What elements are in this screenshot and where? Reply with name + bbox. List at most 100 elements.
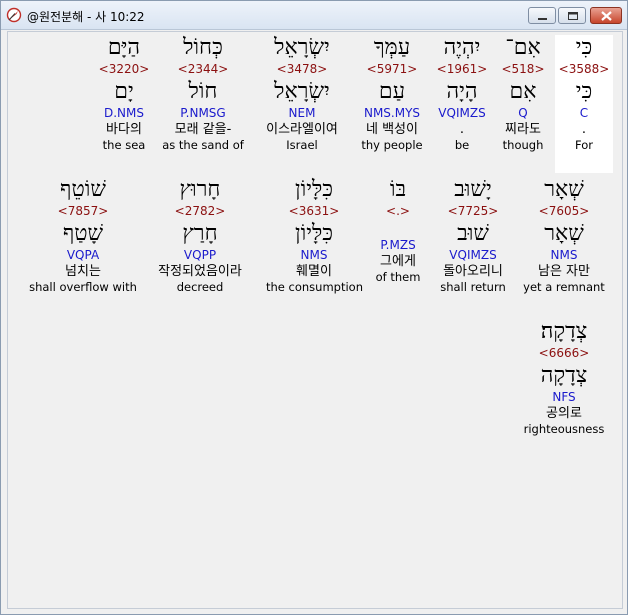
- word-block[interactable]: כִּלָּיוֹן <3631> כִּלָּיוֹן NMS 훼멸이 the…: [266, 177, 363, 295]
- english-gloss: though: [502, 138, 544, 152]
- korean-gloss: 남은 자만: [538, 264, 590, 279]
- word-block[interactable]: כִּי <3588> כִּי C . For: [555, 35, 613, 173]
- hebrew-word: הַיָּם: [107, 35, 141, 60]
- word-block[interactable]: חָרוּץ <2782> חָרַץ VQPP 작정되었음이라 decreed: [146, 177, 254, 295]
- korean-gloss: .: [459, 122, 465, 137]
- close-icon: [601, 11, 612, 21]
- english-gloss: decreed: [176, 280, 224, 294]
- hebrew-word: צְדָקָה׃: [540, 319, 588, 344]
- morph-code: NMS.MYS: [363, 106, 421, 120]
- korean-gloss: .: [581, 122, 587, 137]
- morph-code: VQIMZS: [438, 106, 486, 120]
- english-gloss: righteousness: [523, 422, 605, 436]
- strong-number[interactable]: <5971>: [353, 61, 431, 77]
- strong-number[interactable]: <.>: [366, 203, 430, 219]
- morph-code: NEM: [288, 106, 316, 120]
- strong-number[interactable]: <3588>: [555, 61, 613, 77]
- strong-number[interactable]: <3220>: [94, 61, 154, 77]
- word-block[interactable]: שְׁאָר <7605> שְׁאָר NMS 남은 자만 yet a rem…: [516, 177, 612, 295]
- english-gloss: Israel: [286, 138, 318, 152]
- korean-gloss: 돌아오리니: [443, 264, 503, 279]
- korean-gloss: 모래 같을-: [174, 122, 232, 137]
- hebrew-word: חָרוּץ: [179, 177, 221, 202]
- morph-code: NMS: [300, 248, 328, 262]
- morph-code: Q: [518, 106, 528, 120]
- lemma: חוֹל: [188, 79, 218, 104]
- english-gloss: shall overflow with: [29, 280, 137, 294]
- hebrew-word: יָשׁוּב: [454, 177, 492, 202]
- hebrew-word: כִּלָּיוֹן: [294, 177, 334, 202]
- word-block[interactable]: יָשׁוּב <7725> שׁוּב VQIMZS 돌아오리니 shall …: [428, 177, 518, 295]
- maximize-button[interactable]: [558, 7, 586, 24]
- word-block[interactable]: עַמְּךָ <5971> עַם NMS.MYS 네 백성이 thy peo…: [353, 35, 431, 153]
- morph-code: P.NMSG: [180, 106, 226, 120]
- word-block[interactable]: צְדָקָה׃ <6666> צְדָקָה NFS 공의로 righteou…: [516, 319, 612, 437]
- window-title: @원전분해 - 사 10:22: [27, 10, 145, 24]
- hebrew-word: שׁוֹטֵף: [60, 177, 106, 202]
- hebrew-word: כְּחוֹל: [183, 35, 223, 60]
- hebrew-word: כִּי: [575, 35, 593, 60]
- morph-code: VQPA: [66, 248, 100, 262]
- hebrew-word: יִשְׂרָאֵל: [274, 35, 330, 60]
- morph-code: VQPP: [183, 248, 217, 262]
- lemma: יִשְׂרָאֵל: [274, 79, 330, 104]
- hebrew-word: אִם־: [505, 35, 541, 60]
- morph-code: P.MZS: [380, 238, 416, 252]
- lemma: יָם: [114, 79, 134, 104]
- hebrew-word: שְׁאָר: [544, 177, 584, 202]
- strong-number[interactable]: <7725>: [428, 203, 518, 219]
- lemma: הָיָה: [446, 79, 478, 104]
- english-gloss: of them: [375, 270, 421, 284]
- hebrew-word: עַמְּךָ: [373, 35, 411, 60]
- korean-gloss: 그에게: [380, 254, 416, 269]
- strong-number[interactable]: <6666>: [516, 345, 612, 361]
- compass-icon[interactable]: [6, 7, 22, 23]
- lemma: שְׁאָר: [544, 221, 584, 246]
- korean-gloss: 공의로: [546, 406, 582, 421]
- korean-gloss: 넘치는: [65, 264, 101, 279]
- lemma: צְדָקָה: [540, 363, 588, 388]
- strong-number[interactable]: <7605>: [516, 203, 612, 219]
- title-bar[interactable]: @원전분해 - 사 10:22: [1, 1, 627, 30]
- minimize-icon: [538, 18, 547, 20]
- word-block[interactable]: כְּחוֹל <2344> חוֹל P.NMSG 모래 같을- as the…: [158, 35, 248, 153]
- korean-gloss: 바다의: [106, 122, 142, 137]
- lemma: עַם: [378, 79, 406, 104]
- korean-gloss: 작정되었음이라: [158, 264, 242, 279]
- english-gloss: the consumption: [266, 280, 363, 294]
- morph-code: C: [579, 106, 589, 120]
- english-gloss: thy people: [361, 138, 423, 152]
- strong-number[interactable]: <3631>: [266, 203, 362, 219]
- korean-gloss: 훼멸이: [296, 264, 332, 279]
- strong-number[interactable]: <2344>: [158, 61, 248, 77]
- strong-number[interactable]: <3478>: [254, 61, 350, 77]
- word-block[interactable]: בּוֹ <.> P.MZS 그에게 of them: [366, 177, 430, 285]
- morph-code: VQIMZS: [449, 248, 497, 262]
- english-gloss: For: [575, 138, 593, 152]
- morph-code: NMS: [550, 248, 578, 262]
- hebrew-word: בּוֹ: [389, 177, 407, 202]
- app-window: @원전분해 - 사 10:22 כִּי <3588> כִּי C . For…: [0, 0, 628, 615]
- strong-number[interactable]: <518>: [494, 61, 552, 77]
- lemma: כִּלָּיוֹן: [294, 221, 334, 246]
- word-block[interactable]: יִשְׂרָאֵל <3478> יִשְׂרָאֵל NEM 이스라엘이여 …: [254, 35, 350, 153]
- word-block[interactable]: הַיָּם <3220> יָם D.NMS 바다의 the sea: [94, 35, 154, 153]
- verse-analysis-panel: כִּי <3588> כִּי C . For אִם־ <518> אִם …: [7, 31, 623, 609]
- word-block[interactable]: שׁוֹטֵף <7857> שָׁטַף VQPA 넘치는 shall ove…: [28, 177, 138, 295]
- word-block[interactable]: אִם־ <518> אִם Q 찌라도 though: [494, 35, 552, 153]
- close-button[interactable]: [590, 7, 622, 24]
- minimize-button[interactable]: [528, 7, 556, 24]
- korean-gloss: 네 백성이: [366, 122, 418, 137]
- english-gloss: the sea: [102, 138, 146, 152]
- strong-number[interactable]: <1961>: [432, 61, 492, 77]
- morph-code: D.NMS: [103, 106, 144, 120]
- english-gloss: be: [454, 138, 470, 152]
- strong-number[interactable]: <2782>: [146, 203, 254, 219]
- english-gloss: shall return: [440, 280, 506, 294]
- korean-gloss: 찌라도: [505, 122, 541, 137]
- word-block[interactable]: יִהְיֶה <1961> הָיָה VQIMZS . be: [432, 35, 492, 153]
- strong-number[interactable]: <7857>: [28, 203, 138, 219]
- lemma: שָׁטַף: [62, 221, 104, 246]
- lemma: שׁוּב: [457, 221, 489, 246]
- lemma: [366, 221, 430, 237]
